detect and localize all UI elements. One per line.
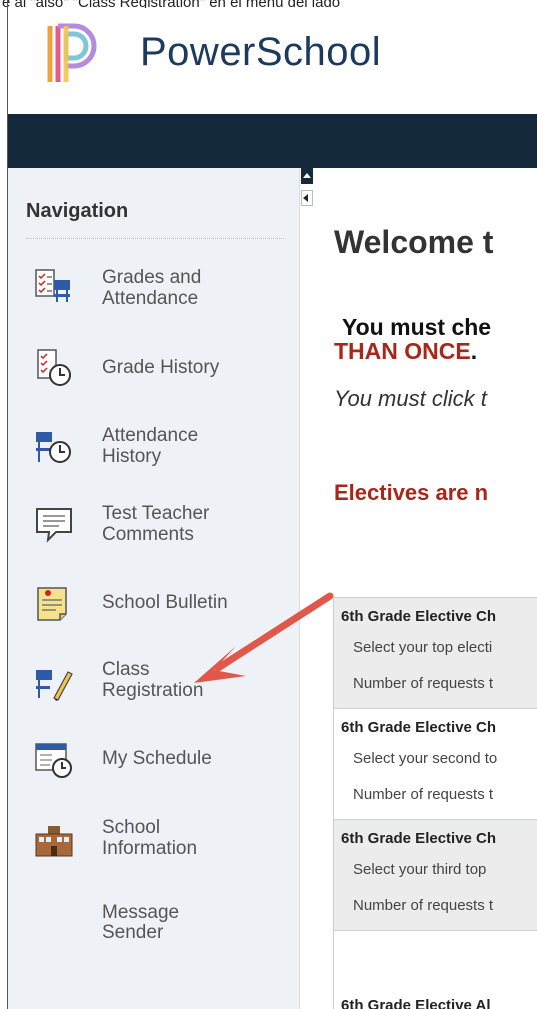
- request-instruction[interactable]: Select your third top: [353, 861, 486, 878]
- sidebar-item-label: Class: [102, 659, 150, 680]
- instruction-warning: THAN ONCE.: [334, 338, 477, 365]
- sidebar-item-attendance-history[interactable]: Attendance History: [30, 418, 290, 474]
- powerschool-logo-icon: [47, 23, 97, 82]
- sidebar-item-label: Sender: [102, 922, 164, 943]
- sidebar-item-label: History: [102, 446, 162, 467]
- speech-bubble-icon: [36, 508, 72, 543]
- sidebar-item-label: Grades and: [102, 267, 202, 288]
- request-instruction[interactable]: Select your top electi: [353, 639, 492, 656]
- instruction-heading: You must che: [342, 314, 492, 340]
- sidebar-item-teacher-comments[interactable]: Test Teacher Comments: [30, 496, 290, 552]
- request-group-heading: 6th Grade Elective Al: [341, 997, 491, 1009]
- electives-warning: Electives are n: [334, 480, 489, 505]
- request-group-heading: 6th Grade Elective Ch: [341, 608, 497, 625]
- sidebar-item-label: Grade History: [102, 357, 220, 378]
- grade-history-icon: [37, 349, 71, 386]
- class-registration-icon: [36, 670, 73, 701]
- warning-period: .: [470, 338, 478, 364]
- sidebar-item-label: My Schedule: [102, 748, 212, 769]
- sidebar-item-message-sender[interactable]: Message Sender: [30, 902, 290, 958]
- sidebar-item-label: Attendance: [102, 425, 199, 446]
- request-count: Number of requests t: [353, 897, 494, 914]
- schedule-icon: [35, 743, 72, 778]
- sidebar-item-label: Attendance: [102, 288, 199, 309]
- caret-left-icon: [303, 194, 308, 202]
- request-group: 6th Grade Elective Ch Select your top el…: [334, 598, 537, 708]
- course-requests-table: 6th Grade Elective Ch Select your top el…: [333, 597, 537, 1009]
- sidebar-item-school-bulletin[interactable]: School Bulletin: [30, 576, 290, 632]
- sidebar-item-my-schedule[interactable]: My Schedule: [30, 732, 290, 788]
- sidebar-item-label: Test Teacher: [102, 503, 210, 524]
- sidebar-item-grades-and-attendance[interactable]: Grades and Attendance: [30, 258, 290, 314]
- sidebar-item-label: School Bulletin: [102, 592, 228, 613]
- sidebar-item-label: Information: [102, 838, 198, 859]
- sidebar-item-label: Comments: [102, 524, 194, 545]
- navigation-title: Navigation: [26, 200, 129, 222]
- screenshot-caption: e al "also" "Class Registration" en el m…: [0, 0, 537, 8]
- request-count: Number of requests t: [353, 786, 494, 803]
- request-group: 6th Grade Elective Al: [334, 931, 537, 1009]
- sidebar-item-class-registration[interactable]: Class Registration: [30, 654, 290, 710]
- navigation-divider: [26, 238, 284, 239]
- caret-up-icon: [303, 173, 311, 178]
- school-building-icon: [35, 826, 73, 857]
- request-group-heading: 6th Grade Elective Ch: [341, 719, 497, 736]
- attendance-history-icon: [36, 432, 71, 463]
- request-group: 6th Grade Elective Ch Select your second…: [334, 709, 537, 819]
- request-count: Number of requests t: [353, 675, 494, 692]
- top-navigation-bar: [8, 114, 537, 168]
- page-title: Welcome t: [334, 224, 494, 260]
- grades-attendance-icon: [35, 269, 70, 302]
- sidebar-item-grade-history[interactable]: Grade History: [30, 340, 290, 396]
- sidebar-item-label: Registration: [102, 680, 204, 701]
- warning-text: THAN ONCE: [334, 338, 471, 364]
- bulletin-icon: [37, 587, 67, 621]
- request-instruction[interactable]: Select your second to: [353, 750, 497, 767]
- request-group-heading: 6th Grade Elective Ch: [341, 830, 497, 847]
- sidebar-item-label: School: [102, 817, 161, 838]
- request-group: 6th Grade Elective Ch Select your third …: [334, 820, 537, 930]
- sidebar-item-label: Message: [102, 902, 180, 923]
- sidebar-item-school-information[interactable]: School Information: [30, 812, 290, 868]
- instruction-text: You must click t: [334, 386, 487, 411]
- brand-name: PowerSchool: [140, 30, 382, 74]
